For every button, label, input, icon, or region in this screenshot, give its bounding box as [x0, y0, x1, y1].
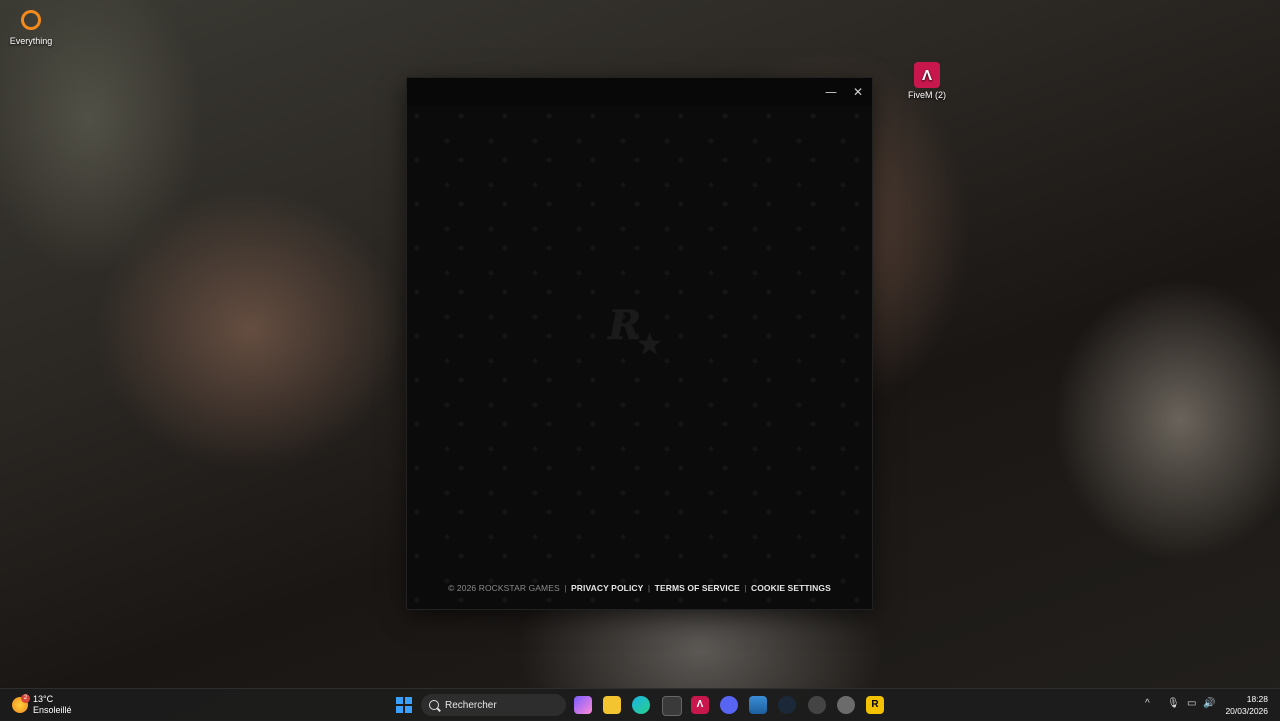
desktop-icon-label: Everything [9, 36, 53, 46]
weather-condition: Ensoleillé [33, 705, 72, 715]
sun-icon: 2 [12, 694, 30, 713]
minimize-button[interactable]: — [823, 84, 839, 100]
taskbar: 2 13°C Ensoleillé Rechercher Λ R ^ 🎙 ▭ 🔊… [0, 688, 1280, 721]
weather-widget[interactable]: 2 13°C Ensoleillé [12, 694, 72, 716]
cookie-settings-link[interactable]: COOKIE SETTINGS [751, 583, 831, 593]
network-icon[interactable]: ▭ [1187, 698, 1196, 709]
search-placeholder: Rechercher [445, 699, 497, 711]
desktop-icon-fivem[interactable]: Λ FiveM (2) [899, 62, 955, 100]
terms-of-service-link[interactable]: TERMS OF SERVICE [655, 583, 740, 593]
weather-temperature: 13°C [33, 694, 54, 704]
notification-badge: 2 [21, 694, 30, 703]
privacy-policy-link[interactable]: PRIVACY POLICY [571, 583, 643, 593]
file-explorer-icon[interactable] [603, 696, 621, 714]
clock[interactable]: 18:28 20/03/2026 [1225, 693, 1268, 717]
star-icon: ★ [638, 330, 662, 360]
fivem-icon: Λ [914, 62, 940, 88]
windows-logo-icon [396, 697, 403, 704]
microphone-icon[interactable]: 🎙 [1167, 698, 1180, 709]
everything-icon [21, 10, 41, 30]
separator: | [647, 583, 651, 593]
app-icon[interactable] [808, 696, 826, 714]
title-bar[interactable]: — ✕ [407, 78, 872, 106]
clock-time: 18:28 [1246, 694, 1268, 704]
close-button[interactable]: ✕ [850, 84, 866, 100]
logo-letter: R [608, 302, 642, 349]
fivem-taskbar-icon[interactable]: Λ [691, 696, 709, 714]
separator: | [564, 583, 567, 593]
desktop-icon-everything[interactable]: Everything [3, 6, 59, 46]
clock-date: 20/03/2026 [1225, 706, 1268, 716]
rockstar-launcher-taskbar-icon[interactable]: R [866, 696, 884, 714]
volume-icon[interactable]: 🔊 [1203, 698, 1215, 709]
launcher-footer: © 2026 ROCKSTAR GAMES | PRIVACY POLICY |… [407, 583, 872, 593]
discord-icon[interactable] [720, 696, 738, 714]
copilot-icon[interactable] [574, 696, 592, 714]
rockstar-logo-icon: R ★ [608, 302, 668, 366]
desktop-icon-label: FiveM (2) [908, 90, 946, 100]
settings-gear-icon[interactable] [837, 696, 855, 714]
copyright-text: © 2026 ROCKSTAR GAMES [448, 583, 560, 593]
photos-icon[interactable] [749, 696, 767, 714]
store-icon[interactable] [662, 696, 682, 716]
edge-icon[interactable] [632, 696, 650, 714]
tray-overflow-chevron-icon[interactable]: ^ [1145, 698, 1150, 709]
taskbar-search[interactable]: Rechercher [421, 694, 566, 716]
steam-icon[interactable] [778, 696, 796, 714]
search-icon [429, 700, 439, 710]
start-button[interactable] [396, 697, 412, 713]
separator: | [744, 583, 747, 593]
